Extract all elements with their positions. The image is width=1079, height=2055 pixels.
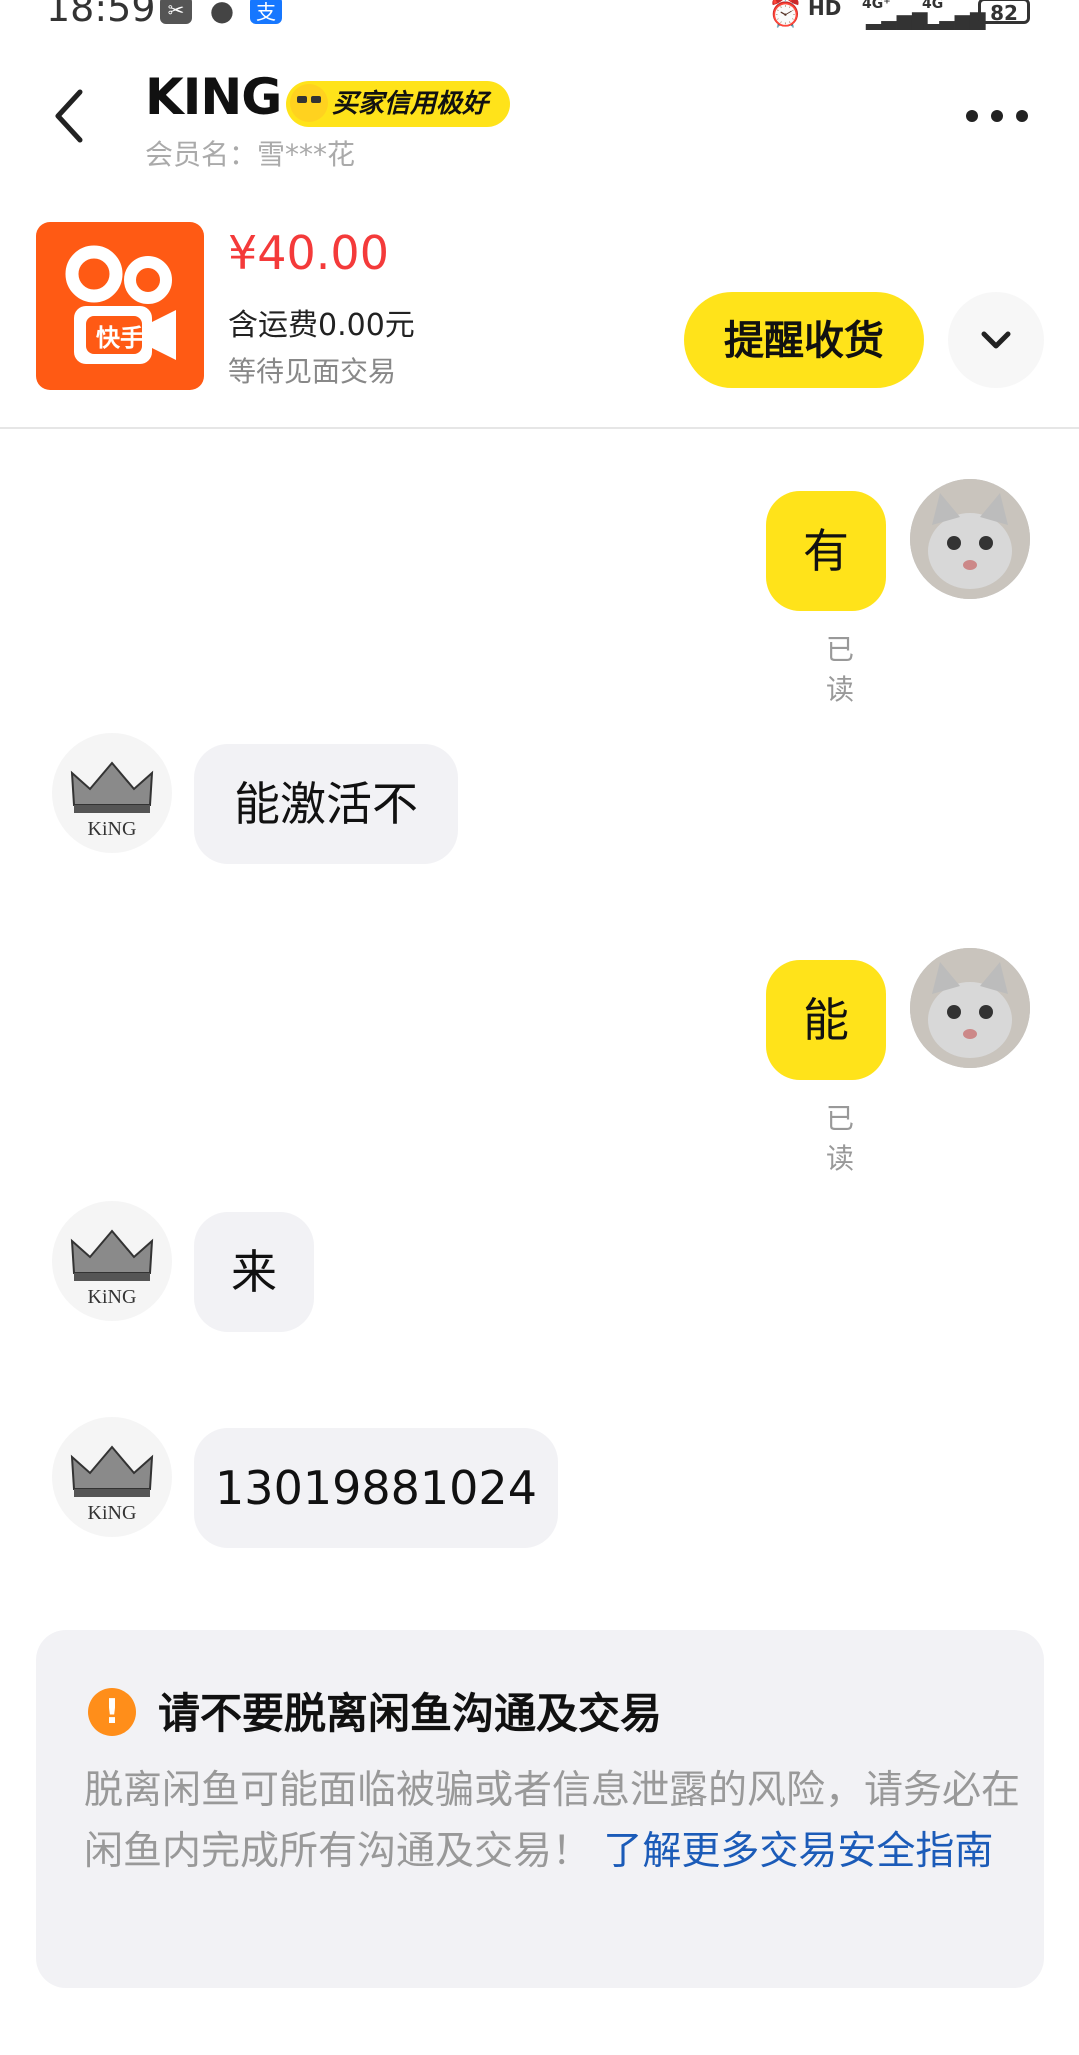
read-receipt: 已读 bbox=[826, 633, 855, 706]
member-name: 会员名：雪***花 bbox=[145, 138, 356, 171]
message-bubble[interactable]: 13019881024 bbox=[194, 1428, 558, 1548]
expand-button[interactable] bbox=[948, 292, 1044, 388]
my-avatar[interactable] bbox=[910, 948, 1030, 1068]
product-price: ¥40.00 bbox=[228, 226, 389, 280]
shipping-fee: 含运费0.00元 bbox=[228, 308, 415, 343]
status-time: 18:59 bbox=[46, 0, 156, 30]
message-bubble[interactable]: 来 bbox=[194, 1212, 314, 1332]
contact-name: KING bbox=[145, 68, 282, 126]
safety-guide-link[interactable]: 了解更多交易安全指南 bbox=[603, 1829, 993, 1874]
my-avatar[interactable] bbox=[910, 479, 1030, 599]
sunglasses-emoji-icon bbox=[290, 84, 328, 122]
cat-avatar-icon bbox=[910, 948, 1030, 1068]
status-bar: 18:59 ✂ ● 支 ⏰ HD 4G⁺ ▂▃▅▆ 4G ▂▃▅▆ 82 bbox=[0, 0, 1079, 40]
signal-icon-2: ▂▃▅▆ bbox=[924, 6, 986, 30]
remind-receipt-button[interactable]: 提醒收货 bbox=[684, 292, 924, 388]
safety-notice: ! 请不要脱离闲鱼沟通及交易 脱离闲鱼可能面临被骗或者信息泄露的风险，请务必在闲… bbox=[36, 1630, 1044, 1988]
chevron-down-icon bbox=[981, 331, 1011, 349]
back-arrow-icon[interactable] bbox=[50, 86, 90, 146]
alarm-icon: ⏰ bbox=[768, 0, 803, 29]
chat-bubble-icon: ● bbox=[206, 0, 238, 27]
crown-avatar-icon: KiNG bbox=[70, 1445, 154, 1524]
scissors-app-icon: ✂ bbox=[160, 0, 192, 24]
crown-avatar-icon: KiNG bbox=[70, 1229, 154, 1308]
contact-avatar[interactable]: KiNG bbox=[52, 1201, 172, 1321]
svg-text:KiNG: KiNG bbox=[88, 1502, 137, 1524]
message-bubble[interactable]: 能 bbox=[766, 960, 886, 1080]
warning-icon: ! bbox=[88, 1688, 136, 1736]
product-card[interactable]: 快手 ¥40.00 含运费0.00元 等待见面交易 提醒收货 bbox=[0, 220, 1079, 429]
battery-indicator: 82 bbox=[978, 0, 1030, 25]
product-image-label: 快手 bbox=[96, 324, 144, 352]
message-bubble[interactable]: 有 bbox=[766, 491, 886, 611]
svg-text:KiNG: KiNG bbox=[88, 818, 137, 840]
credit-badge: 买家信用极好 bbox=[286, 81, 511, 127]
message-bubble[interactable]: 能激活不 bbox=[194, 744, 458, 864]
order-status: 等待见面交易 bbox=[228, 355, 397, 388]
crown-avatar-icon: KiNG bbox=[70, 761, 154, 840]
kuaishou-logo-icon bbox=[65, 245, 176, 364]
chat-header: KING 买家信用极好 会员名：雪***花 bbox=[0, 56, 1079, 176]
more-options-icon[interactable] bbox=[966, 110, 1036, 130]
signal-icon: ▂▃▅▆ bbox=[866, 6, 928, 30]
notice-body: 脱离闲鱼可能面临被骗或者信息泄露的风险，请务必在闲鱼内完成所有沟通及交易！ 了解… bbox=[84, 1760, 1024, 1882]
read-receipt: 已读 bbox=[826, 1102, 855, 1175]
hd-indicator: HD bbox=[808, 0, 842, 20]
svg-text:KiNG: KiNG bbox=[88, 1286, 137, 1308]
alipay-icon: 支 bbox=[250, 0, 282, 24]
contact-avatar[interactable]: KiNG bbox=[52, 733, 172, 853]
credit-badge-label: 买家信用极好 bbox=[332, 89, 489, 119]
product-image[interactable]: 快手 bbox=[36, 222, 204, 390]
cat-avatar-icon bbox=[910, 479, 1030, 599]
notice-title: 请不要脱离闲鱼沟通及交易 bbox=[158, 1689, 663, 1738]
contact-avatar[interactable]: KiNG bbox=[52, 1417, 172, 1537]
